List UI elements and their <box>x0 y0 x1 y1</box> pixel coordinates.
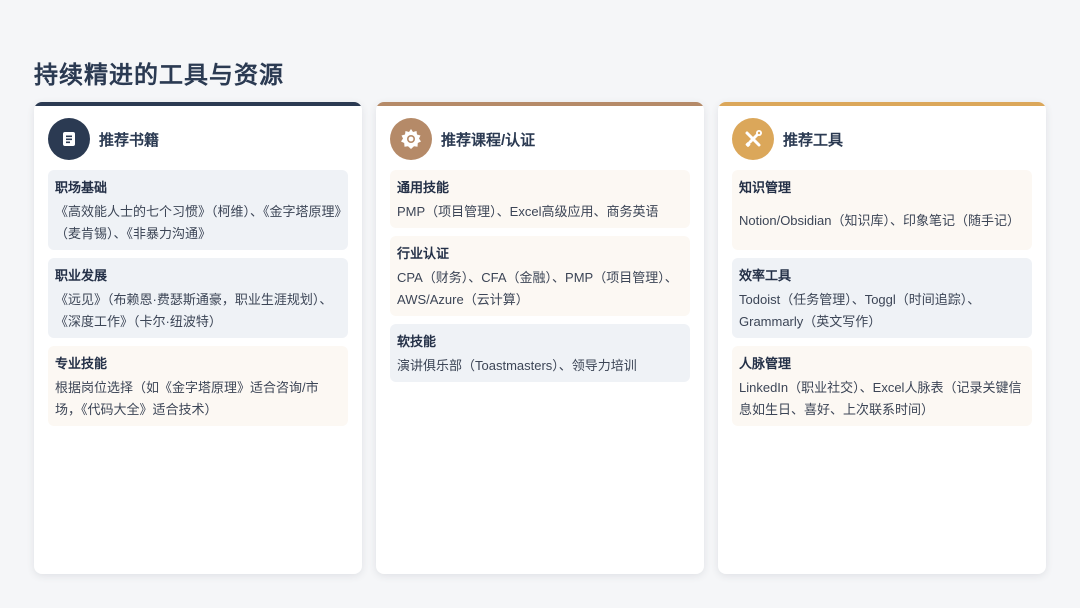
item-title: 通用技能 <box>397 180 450 195</box>
books-card: 推荐书籍 职场基础 《高效能人士的七个习惯》（柯维）、《金字塔原理》（麦肯锡）、… <box>34 102 362 574</box>
item-title: 人脉管理 <box>739 356 792 371</box>
card-title: 推荐课程/认证 <box>441 131 536 149</box>
list-item: 职场基础 《高效能人士的七个习惯》（柯维）、《金字塔原理》（麦肯锡）、《非暴力沟… <box>48 170 348 250</box>
courses-card: 推荐课程/认证 通用技能 PMP（项目管理）、Excel高级应用、商务英语 行业… <box>376 102 704 574</box>
card-header: 推荐工具 <box>732 118 843 160</box>
list-item: 专业技能 根据岗位选择（如《金字塔原理》适合咨询/市场，《代码大全》适合技术） <box>48 346 348 426</box>
item-description: CPA（财务）、CFA（金融）、PMP（项目管理）、AWS/Azure（云计算） <box>397 270 678 307</box>
item-title: 职场基础 <box>55 180 108 195</box>
item-description: Todoist（任务管理）、Toggl（时间追踪）、Grammarly（英文写作… <box>739 292 981 329</box>
item-description: 《高效能人士的七个习惯》（柯维）、《金字塔原理》（麦肯锡）、《非暴力沟通》 <box>55 204 342 241</box>
item-description: 《远见》（布赖恩·费瑟斯通豪，职业生涯规划）、《深度工作》（卡尔·纽波特） <box>55 292 333 329</box>
card-title: 推荐书籍 <box>99 131 160 149</box>
card-top-bar <box>34 102 362 106</box>
list-item: 知识管理 Notion/Obsidian（知识库）、印象笔记（随手记） <box>732 170 1032 250</box>
list-item: 职业发展 《远见》（布赖恩·费瑟斯通豪，职业生涯规划）、《深度工作》（卡尔·纽波… <box>48 258 348 338</box>
list-item: 人脉管理 LinkedIn（职业社交）、Excel人脉表（记录关键信息如生日、喜… <box>732 346 1032 426</box>
book-icon <box>48 118 90 160</box>
item-title: 职业发展 <box>55 268 108 283</box>
item-description: 根据岗位选择（如《金字塔原理》适合咨询/市场，《代码大全》适合技术） <box>55 380 319 417</box>
card-top-bar <box>718 102 1046 106</box>
list-item: 效率工具 Todoist（任务管理）、Toggl（时间追踪）、Grammarly… <box>732 258 1032 338</box>
list-item: 通用技能 PMP（项目管理）、Excel高级应用、商务英语 <box>390 170 690 228</box>
item-title: 行业认证 <box>397 246 450 261</box>
card-top-bar <box>376 102 704 106</box>
item-description: PMP（项目管理）、Excel高级应用、商务英语 <box>397 204 659 219</box>
card-header: 推荐书籍 <box>48 118 159 160</box>
item-title: 效率工具 <box>739 268 792 283</box>
tools-icon <box>732 118 774 160</box>
certificate-badge-icon <box>390 118 432 160</box>
tools-card: 推荐工具 知识管理 Notion/Obsidian（知识库）、印象笔记（随手记）… <box>718 102 1046 574</box>
item-description: LinkedIn（职业社交）、Excel人脉表（记录关键信息如生日、喜好、上次联… <box>739 380 1022 417</box>
card-title: 推荐工具 <box>783 131 844 149</box>
item-title: 专业技能 <box>55 356 108 371</box>
item-description: 演讲俱乐部（Toastmasters）、领导力培训 <box>397 358 637 373</box>
item-title: 知识管理 <box>739 180 792 195</box>
page-title: 持续精进的工具与资源 <box>34 62 284 89</box>
list-item: 软技能 演讲俱乐部（Toastmasters）、领导力培训 <box>390 324 690 382</box>
item-description: Notion/Obsidian（知识库）、印象笔记（随手记） <box>739 213 1020 228</box>
item-title: 软技能 <box>397 334 437 349</box>
card-header: 推荐课程/认证 <box>390 118 535 160</box>
list-item: 行业认证 CPA（财务）、CFA（金融）、PMP（项目管理）、AWS/Azure… <box>390 236 690 316</box>
